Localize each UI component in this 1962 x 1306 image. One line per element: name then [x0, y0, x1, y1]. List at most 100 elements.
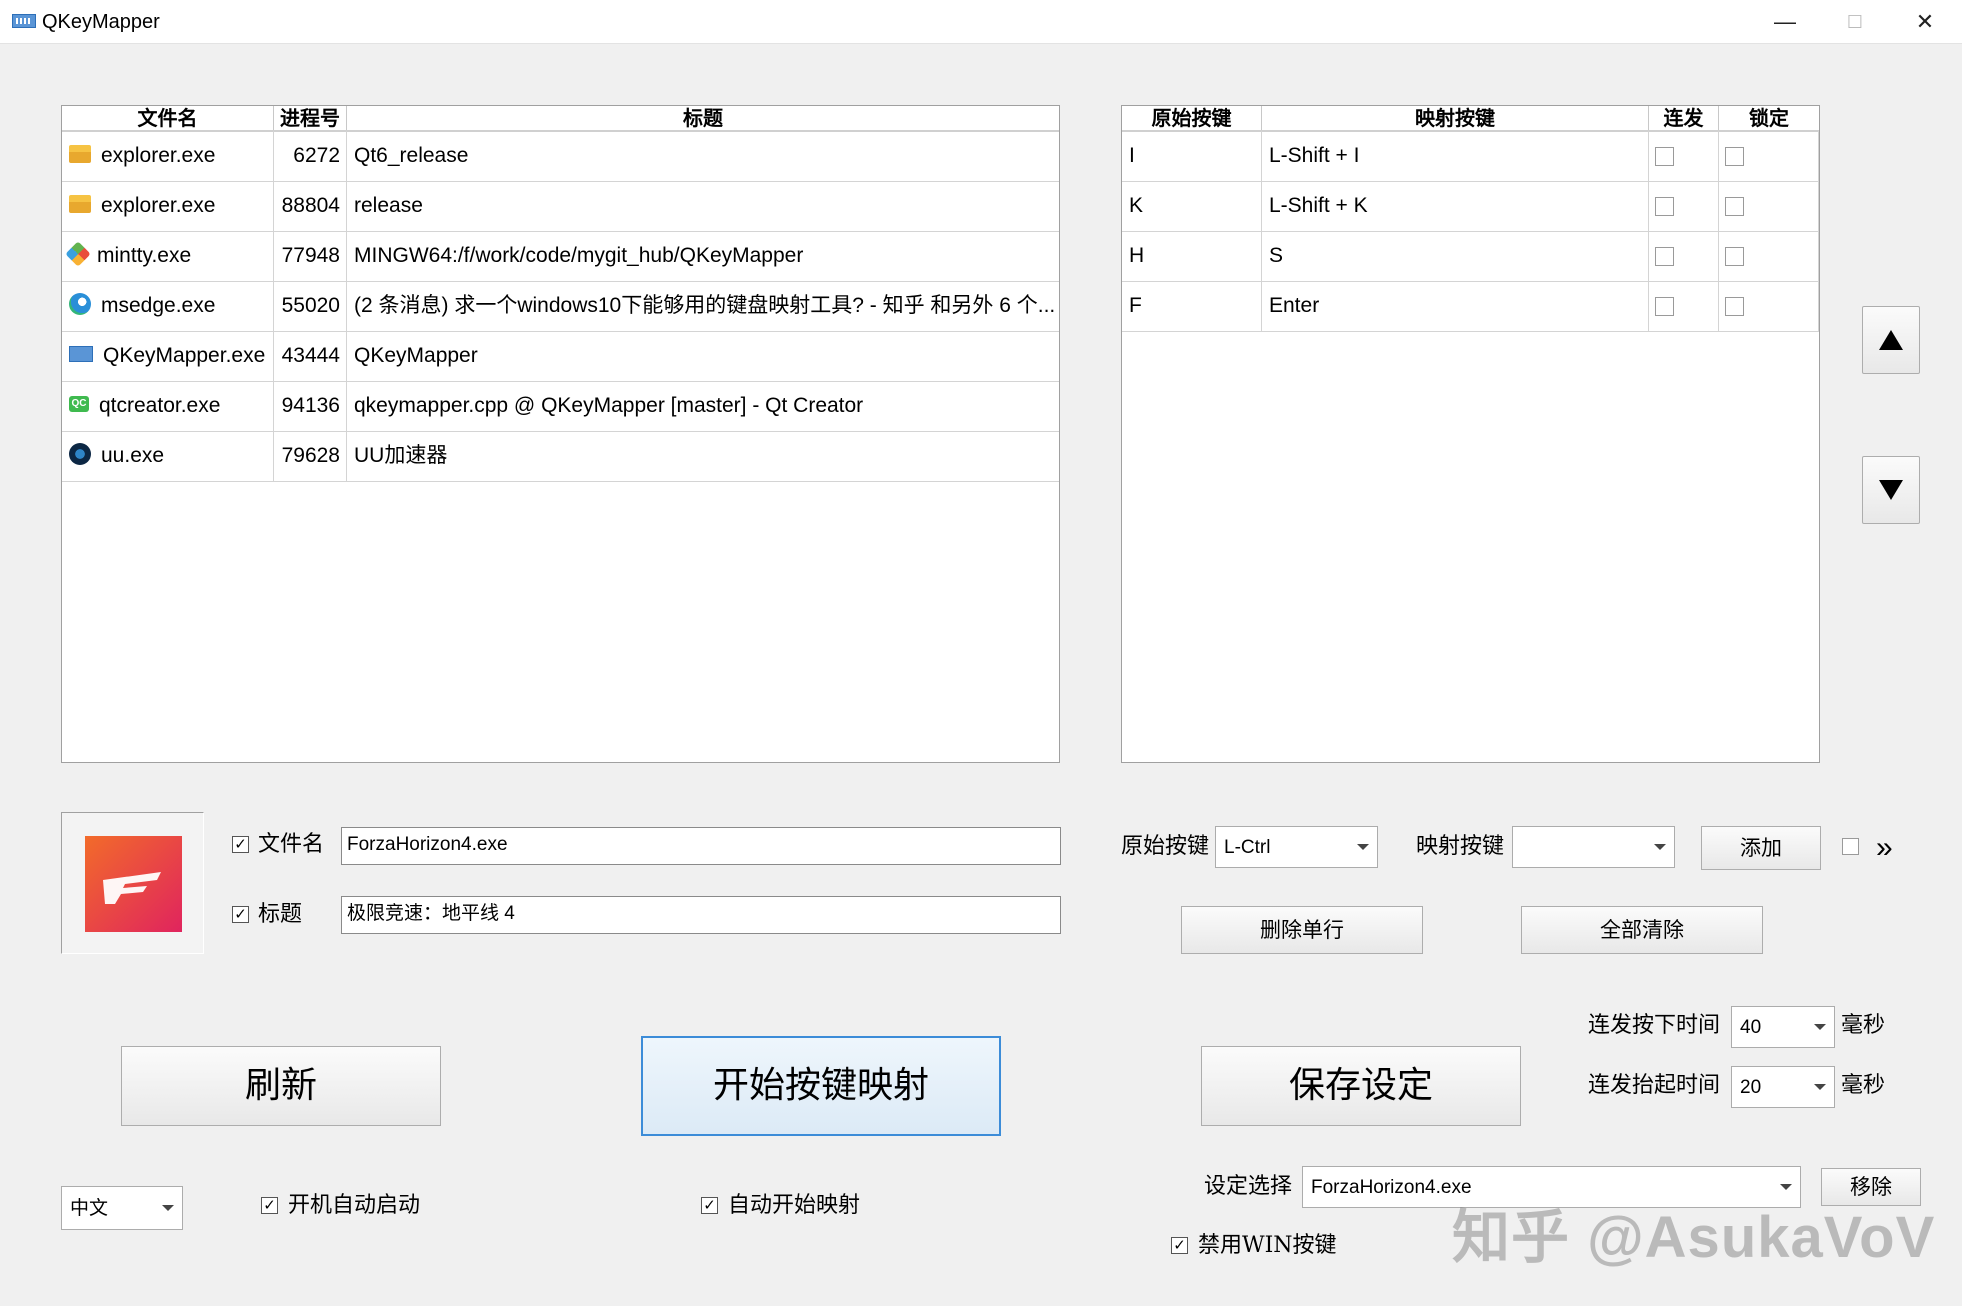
- lock-checkbox[interactable]: [1725, 296, 1744, 316]
- mapping-row[interactable]: F Enter: [1122, 281, 1819, 332]
- process-pid-cell: 6272: [274, 131, 347, 181]
- language-combo[interactable]: 中文: [61, 1186, 183, 1230]
- setting-select-value: ForzaHorizon4.exe: [1311, 1177, 1472, 1198]
- burst-press-combo[interactable]: 40: [1731, 1006, 1835, 1048]
- keyboard-app-icon: [12, 14, 36, 28]
- process-title-cell: Qt6_release: [354, 144, 469, 167]
- process-pid-cell: 77948: [274, 231, 347, 281]
- move-up-button[interactable]: [1862, 306, 1920, 374]
- watermark: 知乎 @AsukaVoV: [1452, 1205, 1936, 1270]
- process-row[interactable]: msedge.exe 55020 (2 条消息) 求一个windows10下能够用的…: [62, 281, 1059, 332]
- original-key-cell: I: [1122, 131, 1262, 181]
- process-row[interactable]: QC qtcreator.exe 94136 qkeymapper.cpp @ QKe…: [62, 381, 1059, 432]
- mapping-table[interactable]: 原始按键 映射按键 连发 锁定 I L-Shift + I K L-Shift + K…: [1121, 105, 1820, 763]
- burst-release-label: 连发抬起时间: [1588, 1073, 1721, 1098]
- col-header-mapped-key[interactable]: 映射按键: [1262, 106, 1649, 130]
- process-filename-cell: msedge.exe: [62, 281, 274, 331]
- process-filename: qtcreator.exe: [99, 394, 221, 417]
- title-label: 标题: [258, 902, 303, 927]
- chevron-down-icon: [1814, 1084, 1826, 1090]
- process-row[interactable]: uu.exe 79628 UU加速器: [62, 431, 1059, 482]
- chevron-down-icon: [1357, 844, 1369, 850]
- arrow-up-icon: [1879, 330, 1903, 350]
- start-mapping-button[interactable]: 开始按键映射: [641, 1036, 1001, 1136]
- lock-cell: [1719, 281, 1819, 331]
- clear-all-button[interactable]: 全部清除: [1521, 906, 1763, 954]
- automap-checkbox[interactable]: ✓: [701, 1197, 718, 1214]
- mapped-key-combo[interactable]: [1512, 826, 1675, 868]
- delete-row-button[interactable]: 删除单行: [1181, 906, 1423, 954]
- filename-input[interactable]: ForzaHorizon4.exe: [341, 827, 1061, 865]
- process-filename-cell: QKeyMapper.exe: [62, 331, 274, 381]
- filename-checkbox[interactable]: ✓: [232, 836, 249, 853]
- move-down-button[interactable]: [1862, 456, 1920, 524]
- col-header-lock[interactable]: 锁定: [1719, 106, 1819, 130]
- minimize-button[interactable]: —: [1750, 0, 1820, 44]
- process-filename: explorer.exe: [101, 194, 216, 217]
- burst-cell: [1649, 231, 1719, 281]
- lock-checkbox[interactable]: [1725, 146, 1744, 166]
- burst-press-label: 连发按下时间: [1588, 1013, 1721, 1038]
- process-pid-cell: 94136: [274, 381, 347, 431]
- disable-win-checkbox[interactable]: ✓: [1171, 1237, 1188, 1254]
- process-row[interactable]: explorer.exe 6272 Qt6_release: [62, 131, 1059, 182]
- process-filename-cell: mintty.exe: [62, 231, 274, 281]
- col-header-title[interactable]: 标题: [347, 106, 1059, 130]
- process-title-cell: QKeyMapper: [354, 344, 478, 367]
- close-button[interactable]: ✕: [1890, 0, 1960, 44]
- mapped-key-cell: Enter: [1262, 281, 1649, 331]
- chevron-down-icon: [1654, 844, 1666, 850]
- mapping-row[interactable]: I L-Shift + I: [1122, 131, 1819, 182]
- expand-more-icon[interactable]: »: [1876, 830, 1893, 866]
- save-settings-button[interactable]: 保存设定: [1201, 1046, 1521, 1126]
- lock-cell: [1719, 131, 1819, 181]
- col-header-filename[interactable]: 文件名: [62, 106, 274, 130]
- extra-checkbox[interactable]: [1842, 838, 1859, 855]
- process-row[interactable]: QKeyMapper.exe 43444 QKeyMapper: [62, 331, 1059, 382]
- process-table[interactable]: 文件名 进程号 标题 explorer.exe 6272 Qt6_release ex…: [61, 105, 1060, 763]
- window-title-input[interactable]: 极限竞速：地平线 4: [341, 896, 1061, 934]
- process-filename-cell: uu.exe: [62, 431, 274, 481]
- burst-checkbox[interactable]: [1655, 196, 1674, 216]
- burst-checkbox[interactable]: [1655, 246, 1674, 266]
- original-key-cell: H: [1122, 231, 1262, 281]
- folder-icon: [69, 195, 91, 214]
- arrow-down-icon: [1879, 480, 1903, 500]
- burst-checkbox[interactable]: [1655, 146, 1674, 166]
- lock-checkbox[interactable]: [1725, 246, 1744, 266]
- col-header-original-key[interactable]: 原始按键: [1122, 106, 1262, 130]
- col-header-pid[interactable]: 进程号: [274, 106, 347, 130]
- mapping-row[interactable]: K L-Shift + K: [1122, 181, 1819, 232]
- process-title-cell: MINGW64:/f/work/code/mygit_hub/QKeyMappe…: [354, 244, 804, 267]
- add-button[interactable]: 添加: [1701, 826, 1821, 870]
- original-key-value: L-Ctrl: [1224, 837, 1271, 858]
- setting-select-label: 设定选择: [1204, 1174, 1293, 1199]
- lock-checkbox[interactable]: [1725, 196, 1744, 216]
- process-row[interactable]: mintty.exe 77948 MINGW64:/f/work/code/mygi…: [62, 231, 1059, 282]
- process-title-cell: (2 条消息) 求一个windows10下能够用的键盘映射工具? - 知乎 和另…: [354, 294, 1056, 317]
- burst-release-combo[interactable]: 20: [1731, 1066, 1835, 1108]
- maximize-button[interactable]: ☐: [1820, 0, 1890, 44]
- autostart-checkbox[interactable]: ✓: [261, 1197, 278, 1214]
- mapped-key-cell: L-Shift + K: [1262, 181, 1649, 231]
- check-icon: ✓: [1173, 1237, 1186, 1254]
- autostart-label: 开机自动启动: [288, 1193, 421, 1218]
- chevron-down-icon: [1814, 1024, 1826, 1030]
- process-pid-cell: 88804: [274, 181, 347, 231]
- edge-icon: [69, 293, 91, 316]
- burst-checkbox[interactable]: [1655, 296, 1674, 316]
- selected-app-icon-frame: [61, 812, 204, 954]
- original-key-combo[interactable]: L-Ctrl: [1215, 826, 1378, 868]
- title-bar[interactable]: QKeyMapper — ☐ ✕: [0, 0, 1962, 44]
- burst-release-unit: 毫秒: [1841, 1073, 1886, 1098]
- burst-cell: [1649, 181, 1719, 231]
- process-pid-cell: 55020: [274, 281, 347, 331]
- mapping-row[interactable]: HS: [1122, 231, 1819, 282]
- col-header-burst[interactable]: 连发: [1649, 106, 1719, 130]
- check-icon: ✓: [234, 906, 247, 923]
- title-checkbox[interactable]: ✓: [232, 906, 249, 923]
- process-row[interactable]: explorer.exe 88804 release: [62, 181, 1059, 232]
- burst-press-unit: 毫秒: [1841, 1013, 1886, 1038]
- chevron-down-icon: [162, 1205, 174, 1211]
- refresh-button[interactable]: 刷新: [121, 1046, 441, 1126]
